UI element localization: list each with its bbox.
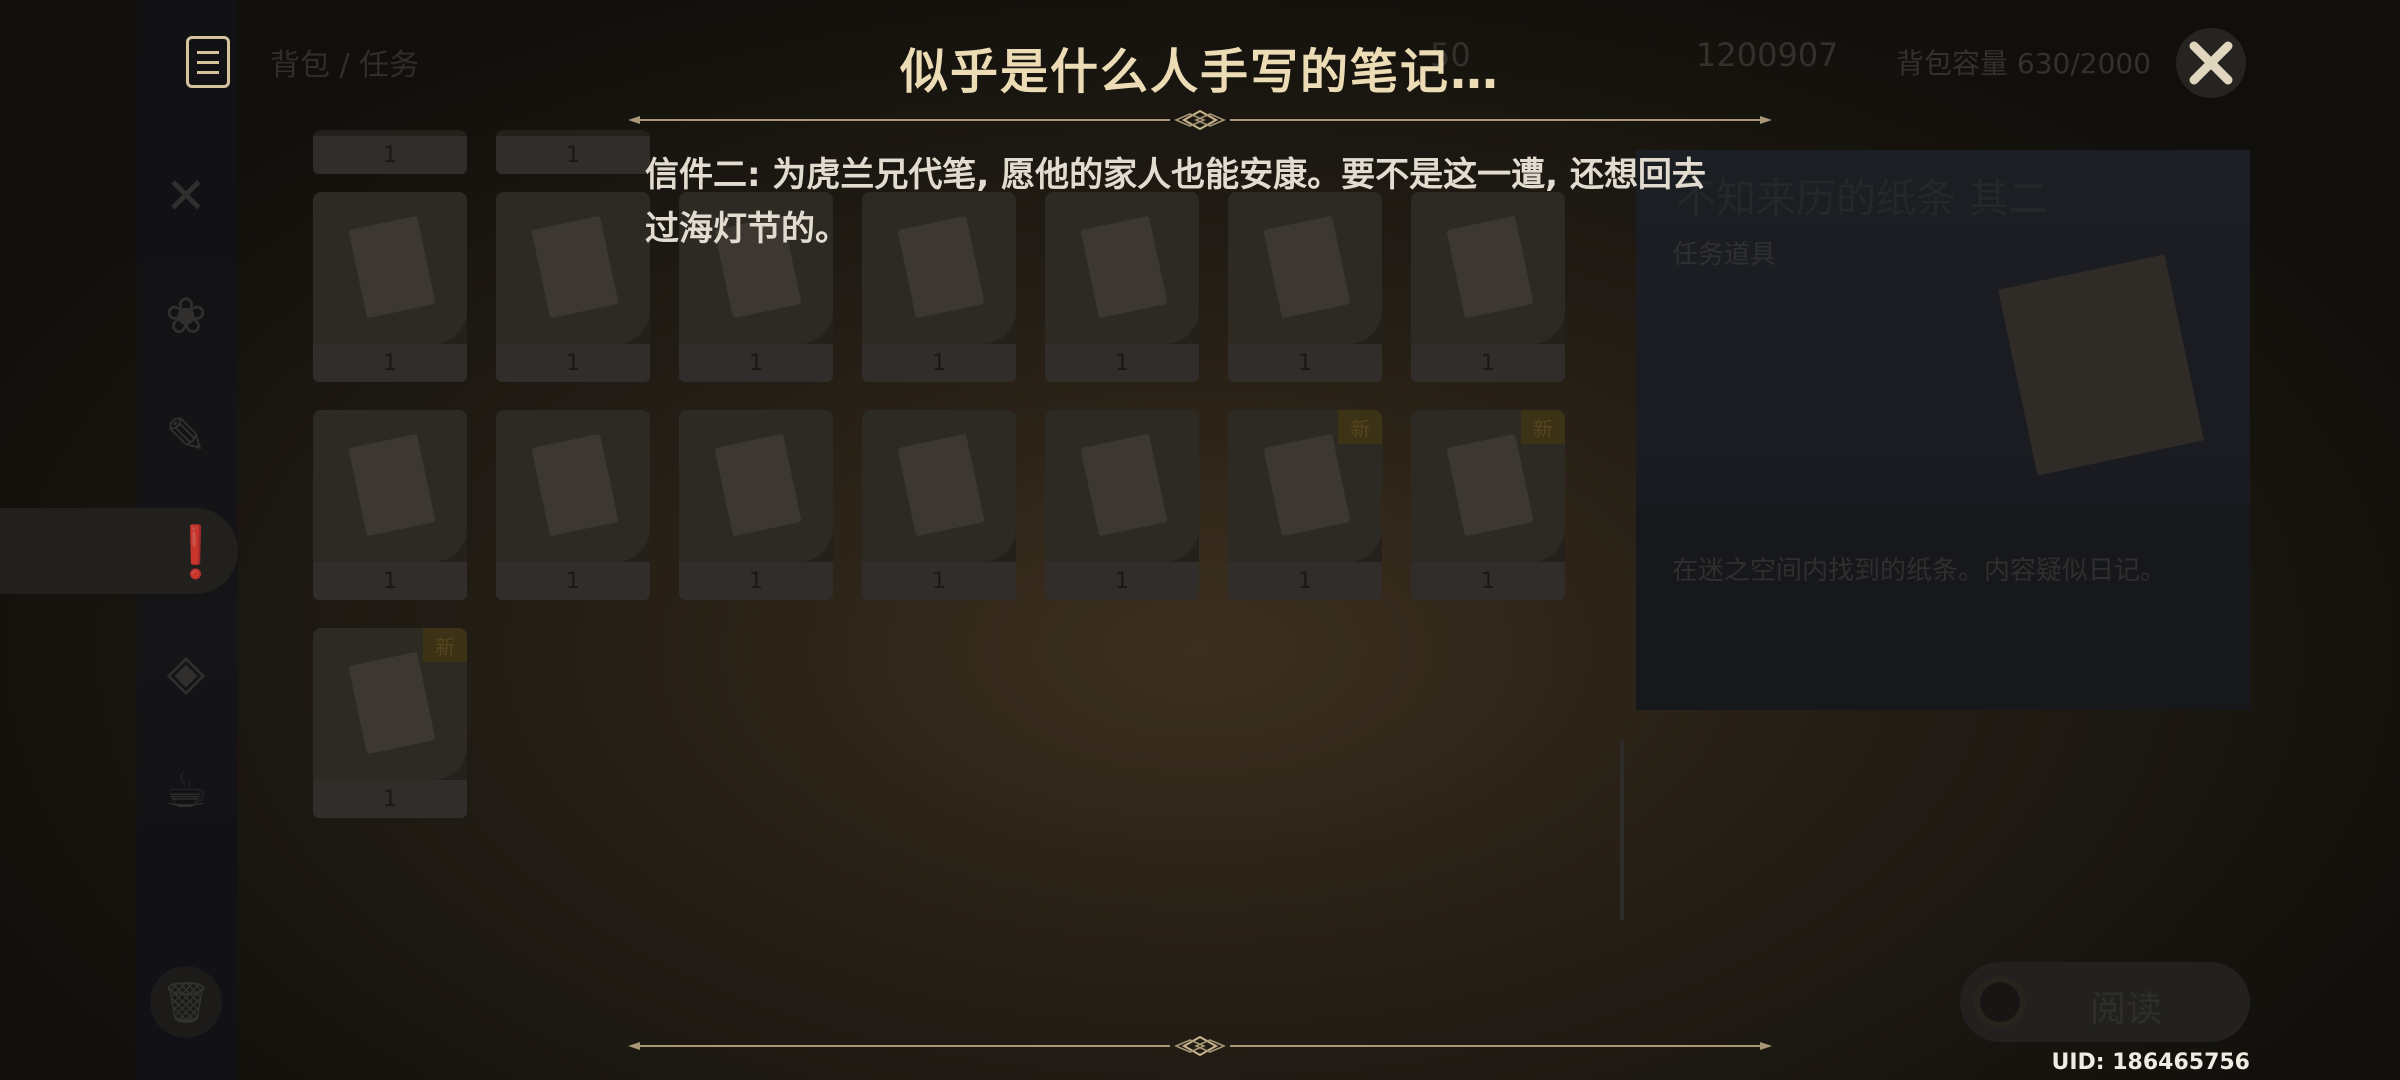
top-ornament-divider bbox=[628, 110, 1772, 130]
note-line-2: 过海灯节的。 bbox=[645, 209, 849, 249]
note-body: 信件二: 为虎兰兄代笔, 愿他的家人也能安康。要不是这一遭, 还想回去 过海灯节… bbox=[645, 148, 1785, 256]
uid-label: UID: 186465756 bbox=[2051, 1050, 2250, 1075]
bottom-ornament-divider bbox=[628, 1036, 1772, 1056]
note-title: 似乎是什么人手写的笔记… bbox=[899, 44, 1500, 100]
close-button[interactable] bbox=[2176, 28, 2246, 98]
close-icon bbox=[2189, 41, 2233, 85]
note-line-1: 信件二: 为虎兰兄代笔, 愿他的家人也能安康。要不是这一遭, 还想回去 bbox=[645, 155, 1706, 195]
